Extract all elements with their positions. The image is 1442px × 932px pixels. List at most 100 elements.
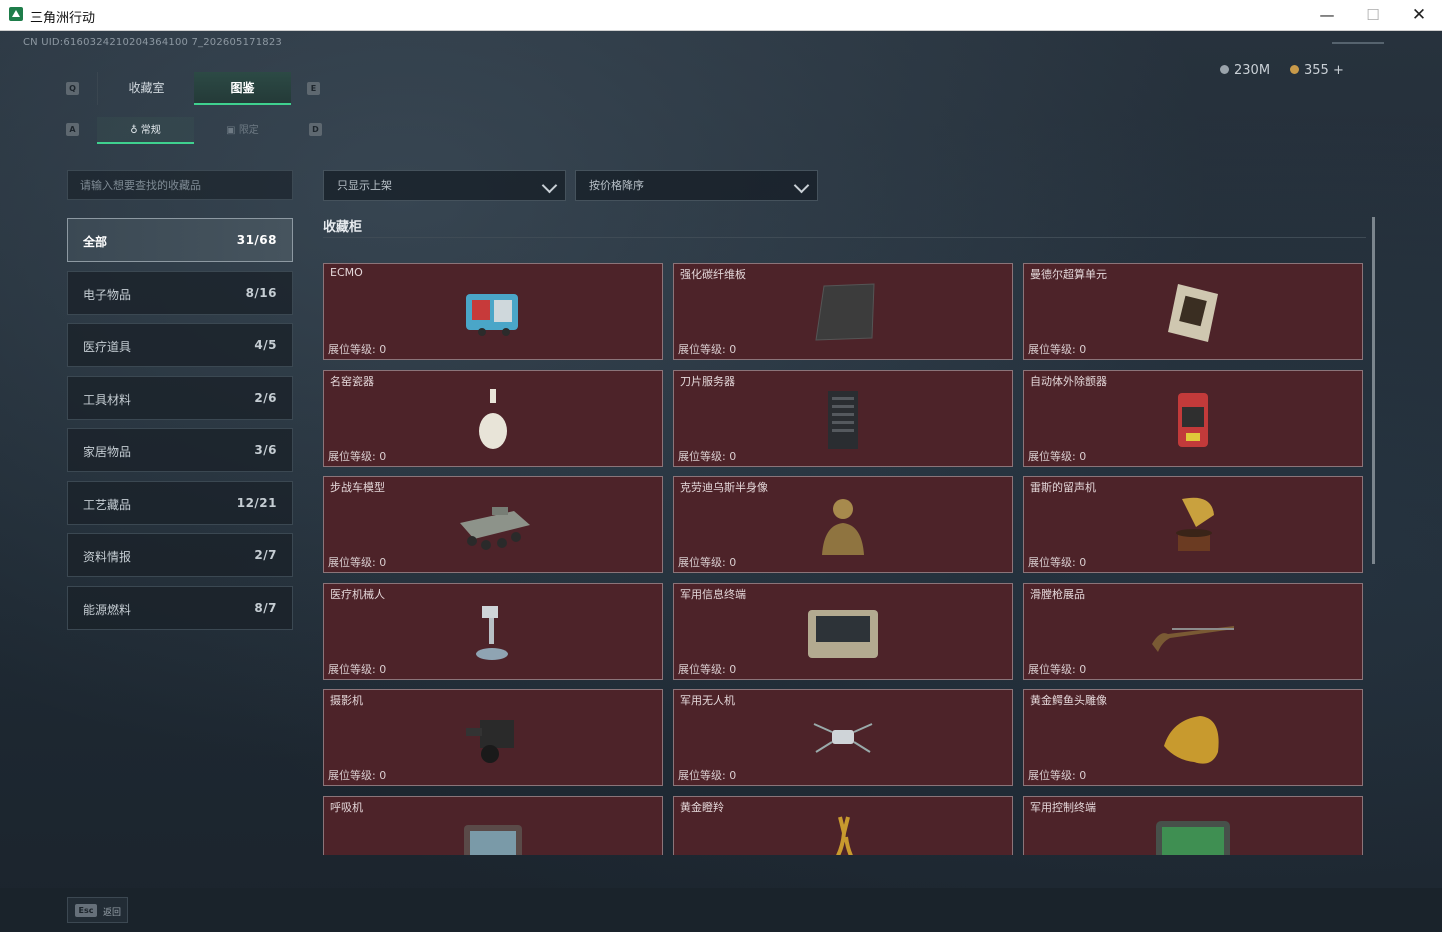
subtab-normal[interactable]: ♁ 常规	[97, 117, 194, 144]
shelf-filter-value: 只显示上架	[337, 179, 392, 192]
collection-card[interactable]: 曼德尔超算单元 展位等级: 0	[1023, 263, 1363, 360]
collection-card[interactable]: 名窑瓷器 展位等级: 0	[323, 369, 663, 467]
display-level: 展位等级: 0	[328, 662, 387, 676]
maximize-button[interactable]: ☐	[1350, 0, 1396, 30]
video-camera-icon	[452, 706, 534, 770]
collection-card[interactable]: 克劳迪乌斯半身像 展位等级: 0	[673, 476, 1013, 573]
item-name: 军用无人机	[680, 694, 735, 707]
item-name: 克劳迪乌斯半身像	[680, 481, 768, 494]
collection-search-input[interactable]: 请输入想要查找的收藏品	[67, 170, 293, 200]
category-count: 2/7	[254, 548, 277, 562]
sort-value: 按价格降序	[589, 179, 644, 192]
item-name: 强化碳纤维板	[680, 268, 746, 281]
item-name: 摄影机	[330, 694, 363, 707]
top-decoration	[1332, 42, 1384, 44]
display-level: 展位等级: 0	[328, 343, 387, 356]
category-name: 能源燃料	[83, 602, 132, 617]
display-level: 展位等级: 0	[678, 662, 737, 676]
subtab-limited-label: 限定	[238, 125, 259, 136]
medical-robot-icon	[452, 600, 534, 664]
collection-card[interactable]: 黄金瞪羚展位等级: 0	[673, 795, 1013, 855]
porcelain-vase-icon	[452, 387, 534, 451]
category-name: 全部	[83, 235, 108, 249]
sort-dropdown[interactable]: 按价格降序	[575, 170, 818, 201]
collection-card[interactable]: 滑膛枪展品 展位等级: 0	[1023, 582, 1363, 680]
military-terminal-icon	[802, 600, 884, 664]
display-level: 展位等级: 0	[678, 343, 737, 356]
item-name: 步战车模型	[330, 481, 385, 494]
chevron-down-icon	[793, 177, 810, 194]
display-level: 展位等级: 0	[1028, 449, 1087, 463]
bottom-bar	[0, 888, 1442, 932]
limited-icon: ▣	[226, 125, 239, 136]
category-name: 家居物品	[83, 445, 132, 459]
collection-card[interactable]: 摄影机展位等级: 0	[323, 689, 663, 786]
category-name: 电子物品	[83, 287, 132, 302]
gold-coin-icon	[1290, 65, 1299, 74]
display-level: 展位等级: 0	[678, 769, 737, 782]
category-count: 8/16	[245, 285, 277, 300]
category-item[interactable]: 家居物品 3/6	[67, 428, 293, 472]
key-hint-e: E	[307, 82, 320, 95]
collection-card[interactable]: 军用无人机展位等级: 0	[673, 689, 1013, 786]
category-item[interactable]: 资料情报 2/7	[67, 533, 293, 577]
section-title: 收藏柜	[323, 220, 363, 235]
collection-card[interactable]: 医疗机械人 展位等级: 0	[323, 582, 663, 680]
collection-card[interactable]: 黄金鳄鱼头雕像 展位等级: 0	[1023, 689, 1363, 786]
item-name: 军用控制终端	[1030, 800, 1096, 814]
category-count: 31/68	[236, 233, 277, 247]
musket-icon	[1152, 600, 1234, 664]
supercomputer-unit-icon	[1152, 280, 1234, 344]
category-count: 3/6	[254, 443, 277, 457]
carbon-fiber-plate-icon	[802, 280, 884, 344]
close-button[interactable]: ✕	[1396, 0, 1442, 30]
item-name: 雷斯的留声机	[1030, 481, 1096, 494]
control-terminal-icon	[1152, 813, 1234, 855]
tab-collection-room[interactable]: 收藏室	[97, 72, 195, 105]
gold-crocodile-head-icon	[1152, 706, 1234, 770]
chevron-down-icon	[541, 177, 558, 194]
back-button[interactable]: Esc 返回	[67, 897, 128, 923]
category-item[interactable]: 医疗道具 4/5	[67, 323, 293, 367]
window-titlebar: 三角洲行动 — ☐ ✕	[0, 0, 1442, 31]
display-level: 展位等级: 0	[328, 556, 387, 569]
category-count: 4/5	[254, 338, 277, 352]
category-count: 8/7	[254, 600, 277, 615]
subtab-limited[interactable]: ▣ 限定	[194, 117, 291, 144]
collection-card[interactable]: 自动体外除颤器 展位等级: 0	[1023, 369, 1363, 467]
category-item[interactable]: 全部 31/68	[67, 218, 293, 262]
item-name: 曼德尔超算单元	[1030, 268, 1107, 281]
category-item[interactable]: 电子物品 8/16	[67, 270, 293, 315]
collection-card[interactable]: 雷斯的留声机 展位等级: 0	[1023, 476, 1363, 573]
collection-card[interactable]: 强化碳纤维板 展位等级: 0	[673, 263, 1013, 360]
player-uid: CN UID:6160324210204364100 7_20260517182…	[23, 37, 282, 48]
category-count: 12/21	[236, 495, 277, 510]
collection-card[interactable]: 呼吸机展位等级: 0	[323, 795, 663, 855]
display-level: 展位等级: 0	[328, 449, 387, 463]
gold-currency[interactable]: 355 +	[1290, 63, 1344, 78]
item-name: 黄金鳄鱼头雕像	[1030, 694, 1107, 707]
collection-grid: ECMO 展位等级: 0 强化碳纤维板 展位等级: 0 曼德尔超算单元 展位等级: 0 名窑…	[322, 245, 1368, 855]
display-level: 展位等级: 0	[678, 556, 737, 569]
category-item[interactable]: 工艺藏品 12/21	[67, 480, 293, 525]
tab-encyclopedia[interactable]: 图鉴	[194, 72, 291, 105]
collection-card[interactable]: 步战车模型展位等级: 0	[323, 476, 663, 573]
display-level: 展位等级: 0	[1028, 556, 1087, 569]
defibrillator-icon	[1152, 387, 1234, 451]
item-name: ECMO	[330, 266, 363, 279]
collection-card[interactable]: 军用信息终端 展位等级: 0	[673, 582, 1013, 680]
collection-card[interactable]: ECMO 展位等级: 0	[323, 263, 663, 360]
app-logo-icon	[9, 7, 23, 21]
display-level: 展位等级: 0	[328, 769, 387, 782]
gold-amount: 355 +	[1304, 63, 1344, 78]
shelf-filter-dropdown[interactable]: 只显示上架	[323, 170, 566, 201]
category-item[interactable]: 工具材料 2/6	[67, 375, 293, 420]
blade-server-icon	[802, 387, 884, 451]
collection-card[interactable]: 刀片服务器 展位等级: 0	[673, 369, 1013, 467]
collection-card[interactable]: 军用控制终端展位等级: 0	[1023, 795, 1363, 855]
category-item[interactable]: 能源燃料 8/7	[67, 585, 293, 630]
minimize-button[interactable]: —	[1304, 0, 1350, 30]
item-name: 军用信息终端	[680, 587, 746, 601]
display-level: 展位等级: 0	[1028, 769, 1087, 782]
grid-scrollbar[interactable]	[1372, 217, 1375, 564]
